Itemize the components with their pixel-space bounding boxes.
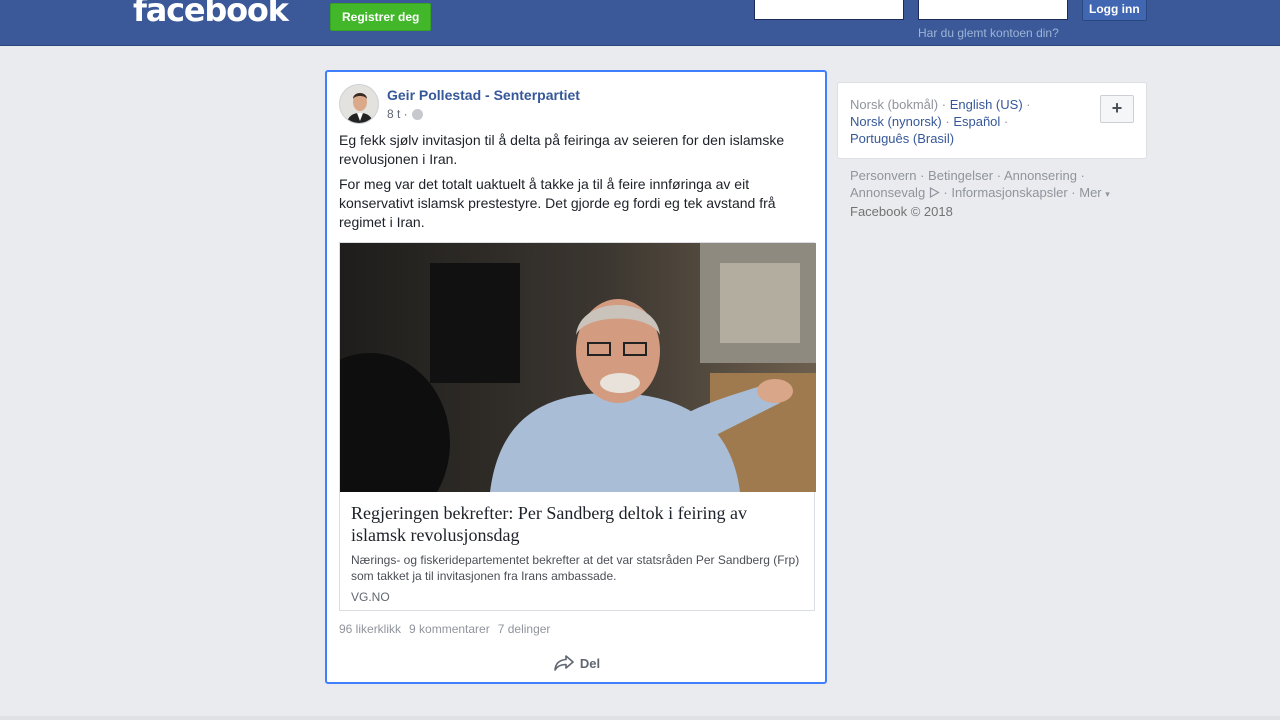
- email-field[interactable]: [754, 0, 904, 20]
- link-preview-image[interactable]: [340, 243, 816, 492]
- forgot-account-link[interactable]: Har du glemt kontoen din?: [918, 26, 1059, 40]
- language-list: Norsk (bokmål) · English (US) · Norsk (n…: [850, 97, 1031, 146]
- language-option[interactable]: Português (Brasil): [850, 131, 954, 146]
- link-preview-info[interactable]: Regjeringen bekrefter: Per Sandberg delt…: [340, 492, 814, 610]
- post-stats: 96 likerklikk 9 kommentarer 7 delinger: [339, 622, 550, 636]
- link-title[interactable]: Regjeringen bekrefter: Per Sandberg delt…: [351, 502, 803, 546]
- likes-count[interactable]: 96 likerklikk: [339, 622, 401, 636]
- chevron-down-icon[interactable]: ▾: [1105, 189, 1110, 199]
- globe-icon: [411, 109, 423, 120]
- share-button[interactable]: Del: [554, 655, 600, 671]
- post-actions: Del: [339, 648, 815, 678]
- share-arrow-icon: [554, 655, 574, 671]
- link-description: Nærings- og fiskeridepartementet bekreft…: [351, 553, 800, 583]
- post-paragraph: For meg var det totalt uaktuelt å takke …: [339, 176, 776, 230]
- comments-count[interactable]: 9 kommentarer: [409, 622, 490, 636]
- top-navigation-bar: facebook Registrer deg Logg inn Har du g…: [0, 0, 1280, 46]
- post-card: Geir Pollestad - Senterpartiet 8 t · Eg …: [325, 70, 827, 684]
- facebook-logo[interactable]: facebook: [133, 0, 289, 29]
- language-option[interactable]: Norsk (nynorsk): [850, 114, 942, 129]
- footer-link-ad-choices[interactable]: Annonsevalg: [850, 185, 925, 200]
- copyright-text: Facebook © 2018: [850, 204, 953, 219]
- post-timestamp[interactable]: 8 t ·: [387, 107, 408, 121]
- shares-count[interactable]: 7 delinger: [498, 622, 551, 636]
- register-button[interactable]: Registrer deg: [330, 3, 432, 31]
- post-meta: 8 t ·: [387, 107, 423, 121]
- share-label: Del: [579, 655, 601, 671]
- post-body: Eg fekk sjølv invitasjon til å delta på …: [339, 131, 809, 238]
- post-paragraph: Eg fekk sjølv invitasjon til å delta på …: [339, 132, 785, 167]
- footer-link-terms[interactable]: Betingelser: [928, 168, 993, 183]
- language-option[interactable]: English (US): [950, 97, 1023, 112]
- footer-link-more[interactable]: Mer: [1079, 185, 1101, 200]
- link-domain: VG.NO: [351, 590, 390, 604]
- current-language: Norsk (bokmål): [850, 97, 939, 112]
- avatar-portrait-icon: [340, 85, 378, 123]
- author-avatar[interactable]: [339, 84, 379, 124]
- footer-link-cookies[interactable]: Informasjonskapsler: [951, 185, 1067, 200]
- page-bottom-divider: [0, 716, 1280, 720]
- article-photo-icon: [340, 243, 816, 492]
- footer-links: Personvern · Betingelser · Annonsering ·…: [850, 168, 1110, 219]
- link-preview[interactable]: Regjeringen bekrefter: Per Sandberg delt…: [339, 242, 816, 611]
- ad-choices-icon: [929, 186, 940, 199]
- language-selector: Norsk (bokmål) · English (US) · Norsk (n…: [837, 82, 1147, 159]
- footer-link-privacy[interactable]: Personvern: [850, 168, 916, 183]
- language-option[interactable]: Español: [953, 114, 1000, 129]
- footer-link-advertising[interactable]: Annonsering: [1004, 168, 1077, 183]
- password-field[interactable]: [918, 0, 1068, 20]
- login-button[interactable]: Logg inn: [1082, 0, 1147, 21]
- more-languages-plus-icon[interactable]: +: [1100, 95, 1134, 123]
- post-author-name[interactable]: Geir Pollestad - Senterpartiet: [387, 87, 580, 103]
